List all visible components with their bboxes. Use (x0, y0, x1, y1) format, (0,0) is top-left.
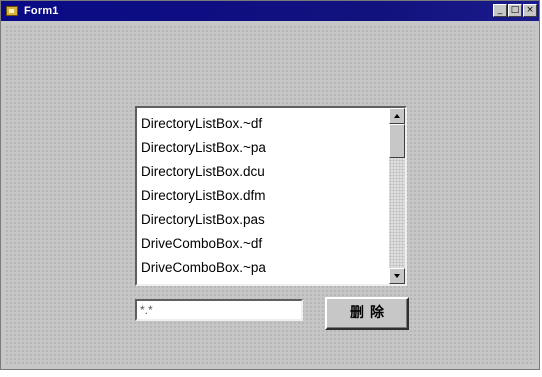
list-item[interactable]: DriveComboBox.~df (137, 232, 387, 256)
scroll-thumb[interactable] (389, 124, 405, 158)
window-controls: _ □ × (493, 4, 537, 17)
window-title: Form1 (24, 5, 59, 17)
app-icon[interactable] (5, 4, 20, 19)
form-client-area: DirectoryListBox.~df DirectoryListBox.~p… (5, 25, 535, 365)
minimize-button[interactable]: _ (493, 4, 507, 17)
close-icon: × (526, 5, 534, 15)
maximize-icon: □ (510, 5, 520, 15)
list-item[interactable]: DirectoryListBox.~pa (137, 136, 387, 160)
scroll-up-button[interactable] (389, 108, 405, 124)
up-arrow-icon (394, 114, 400, 118)
title-bar[interactable]: Form1 _ □ × (1, 1, 539, 21)
scroll-down-button[interactable] (389, 268, 405, 284)
down-arrow-icon (394, 274, 400, 278)
close-button[interactable]: × (523, 4, 537, 17)
list-item[interactable]: DirectoryListBox.~df (137, 112, 387, 136)
minimize-icon: _ (497, 5, 503, 15)
listbox-scrollbar[interactable] (389, 108, 405, 284)
list-item[interactable]: DirectoryListBox.pas (137, 208, 387, 232)
maximize-button[interactable]: □ (508, 4, 522, 17)
file-listbox[interactable]: DirectoryListBox.~df DirectoryListBox.~p… (135, 106, 407, 286)
list-item[interactable]: DirectoryListBox.dcu (137, 160, 387, 184)
main-window: Form1 _ □ × DirectoryListBox.~df Directo… (0, 0, 540, 370)
listbox-items: DirectoryListBox.~df DirectoryListBox.~p… (137, 112, 387, 280)
list-item[interactable]: DirectoryListBox.dfm (137, 184, 387, 208)
delete-button[interactable]: 删除 (325, 297, 409, 330)
list-item[interactable]: DriveComboBox.~pa (137, 256, 387, 280)
file-mask-input[interactable] (135, 299, 303, 321)
